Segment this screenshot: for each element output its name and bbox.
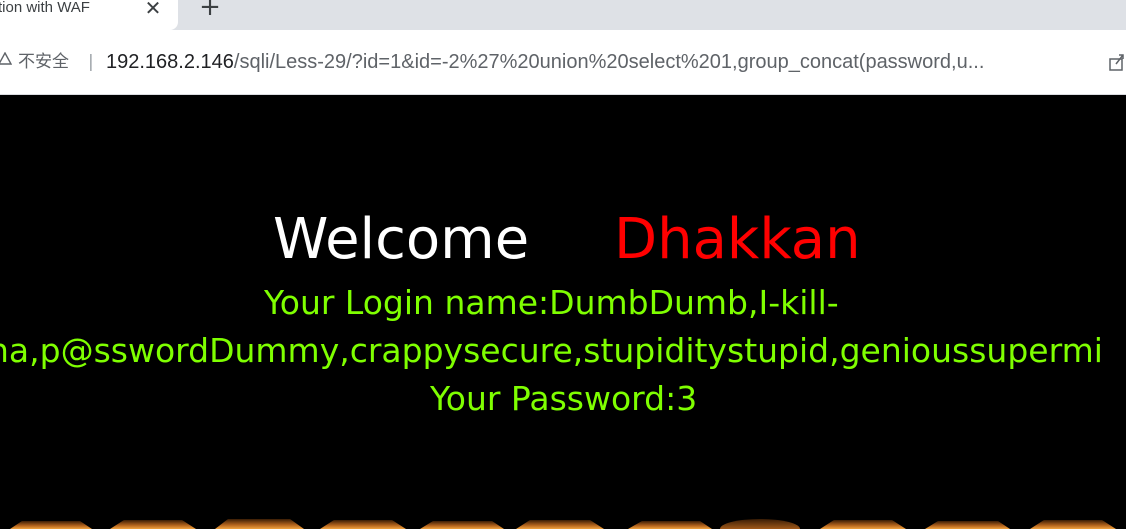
share-icon[interactable] [1108,52,1126,72]
security-status-label[interactable]: 不安全 [18,51,69,73]
address-separator: | [88,52,94,72]
login-name-overflow: na,p@sswordDummy,crappysecure,stupiditys… [0,331,1103,370]
login-name-line: Your Login name:DumbDumb,I-kill- [264,283,839,322]
tab-title: tion with WAF [0,0,90,16]
browser-toolbar: 不安全 | 192.168.2.146/sqli/Less-29/?id=1&i… [0,30,1126,95]
new-tab-icon[interactable]: + [196,0,224,22]
url-path: /sqli/Less-29/?id=1&id=-2%27%20union%20s… [233,51,985,73]
close-tab-icon[interactable]: ✕ [140,0,166,20]
tab-strip: tion with WAF ✕ + [0,0,1126,30]
welcome-heading: Welcome Dhakkan [0,207,1126,273]
decorative-banner-image [0,507,1126,529]
password-line: Your Password:3 [430,379,698,418]
page-content: Welcome Dhakkan Your Login name:DumbDumb… [0,95,1126,529]
welcome-name: Dhakkan [614,207,861,272]
browser-tab[interactable]: tion with WAF ✕ [0,0,178,30]
url-host: 192.168.2.146 [106,51,234,73]
warning-triangle-icon[interactable] [0,51,13,66]
welcome-text: Welcome [273,207,530,272]
address-bar-url[interactable]: 192.168.2.146/sqli/Less-29/?id=1&id=-2%2… [106,50,1098,74]
